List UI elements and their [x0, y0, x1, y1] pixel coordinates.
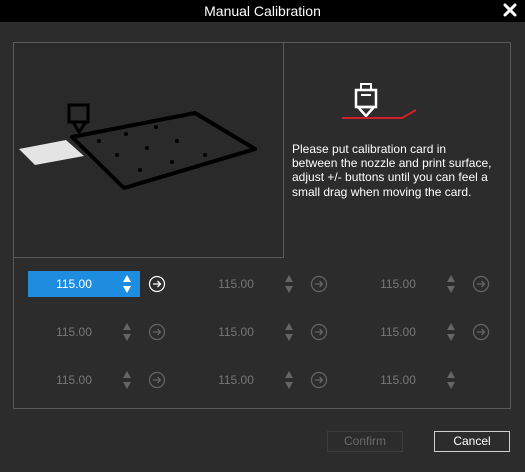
calibration-point-7: 115.00 — [28, 367, 166, 393]
calibration-panel: Please put calibration card in between t… — [13, 42, 511, 409]
calibration-illustration — [14, 43, 284, 258]
calibration-row-3: 115.00 115.00 115.00 — [14, 367, 510, 393]
height-stepper[interactable] — [284, 274, 294, 294]
height-stepper[interactable] — [446, 370, 456, 390]
height-stepper[interactable] — [122, 322, 132, 342]
move-to-point-icon[interactable] — [148, 371, 166, 389]
move-to-point-icon[interactable] — [472, 275, 490, 293]
height-value[interactable]: 115.00 — [190, 271, 282, 297]
calibration-row-2: 115.00 115.00 115.00 — [14, 319, 510, 345]
height-value[interactable]: 115.00 — [28, 367, 120, 393]
move-to-point-icon[interactable] — [148, 275, 166, 293]
print-bed-illustration — [19, 103, 257, 190]
height-stepper[interactable] — [122, 370, 132, 390]
move-to-point-icon[interactable] — [310, 275, 328, 293]
height-stepper[interactable] — [446, 322, 456, 342]
calibration-point-8: 115.00 — [190, 367, 328, 393]
calibration-point-9: 115.00 — [352, 367, 464, 393]
close-icon[interactable] — [502, 2, 518, 18]
height-value[interactable]: 115.00 — [352, 271, 444, 297]
height-value[interactable]: 115.00 — [352, 319, 444, 345]
height-value[interactable]: 115.00 — [28, 271, 120, 297]
move-to-point-icon[interactable] — [310, 371, 328, 389]
nozzle-icon — [340, 80, 440, 126]
height-value[interactable]: 115.00 — [190, 367, 282, 393]
height-stepper[interactable] — [446, 274, 456, 294]
cancel-button[interactable]: Cancel — [434, 431, 510, 452]
calibration-point-1: 115.00 — [28, 271, 166, 297]
calibration-point-3: 115.00 — [352, 271, 490, 297]
move-to-point-icon[interactable] — [310, 323, 328, 341]
height-value[interactable]: 115.00 — [352, 367, 444, 393]
window-title: Manual Calibration — [204, 3, 321, 19]
height-value[interactable]: 115.00 — [28, 319, 120, 345]
instructions-text: Please put calibration card in between t… — [292, 142, 492, 199]
calibration-point-2: 115.00 — [190, 271, 328, 297]
calibration-row-1: 115.00 115.00 115.00 — [14, 271, 510, 297]
calibration-point-5: 115.00 — [190, 319, 328, 345]
move-to-point-icon[interactable] — [148, 323, 166, 341]
confirm-button[interactable]: Confirm — [327, 431, 403, 452]
title-bar: Manual Calibration — [0, 0, 525, 22]
height-stepper[interactable] — [122, 274, 132, 294]
calibration-point-6: 115.00 — [352, 319, 490, 345]
height-stepper[interactable] — [284, 370, 294, 390]
calibration-point-4: 115.00 — [28, 319, 166, 345]
height-value[interactable]: 115.00 — [190, 319, 282, 345]
move-to-point-icon[interactable] — [472, 323, 490, 341]
height-stepper[interactable] — [284, 322, 294, 342]
